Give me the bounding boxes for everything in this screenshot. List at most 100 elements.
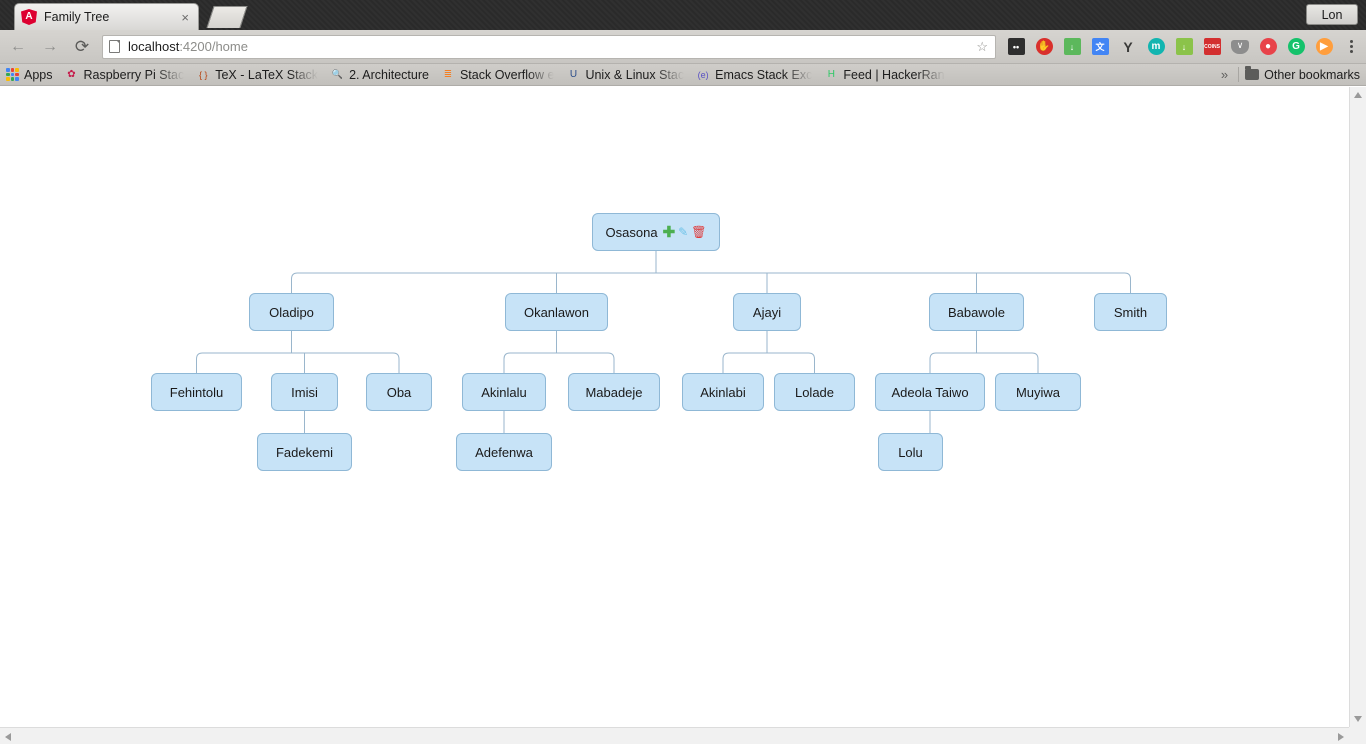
bookmark-item[interactable]: ≣ Stack Overflow e	[435, 65, 560, 85]
scroll-right-icon[interactable]	[1338, 733, 1344, 741]
bitwarden-icon[interactable]: ••	[1002, 33, 1030, 61]
scroll-down-icon[interactable]	[1354, 716, 1362, 722]
bitwarden-icon-glyph: ••	[1007, 38, 1025, 55]
forward-icon[interactable]: →	[36, 33, 64, 61]
tree-node-label: Ajayi	[752, 304, 782, 320]
apps-shortcut[interactable]: Apps	[0, 65, 59, 85]
tree-node[interactable]: Ajayi	[733, 293, 801, 331]
vertical-scrollbar[interactable]	[1349, 87, 1366, 727]
bookmark-item[interactable]: { } TeX - LaTeX Stack	[190, 65, 324, 85]
player-icon[interactable]: ▶	[1310, 33, 1338, 61]
tree-node[interactable]: Adeola Taiwo	[875, 373, 985, 411]
tree-node-label: Mabadeje	[585, 384, 643, 400]
stack-overflow-icon: ≣	[443, 69, 453, 80]
tree-node[interactable]: Akinlabi	[682, 373, 764, 411]
new-tab-button[interactable]	[206, 6, 248, 28]
apps-label: Apps	[24, 67, 53, 82]
connector-line	[503, 352, 615, 373]
page-info-icon[interactable]	[109, 40, 120, 53]
bookmark-label: Emacs Stack Exc	[715, 67, 813, 82]
tree-node-label: Akinlabi	[700, 384, 746, 400]
tree-node-label: Akinlalu	[481, 384, 527, 400]
tree-node-label: Muyiwa	[1015, 384, 1061, 400]
tree-node[interactable]: Mabadeje	[568, 373, 660, 411]
bookmark-item[interactable]: H Feed | HackerRan	[818, 65, 950, 85]
browser-tab[interactable]: A Family Tree ×	[14, 3, 199, 30]
browser-titlebar: A Family Tree × Lon	[0, 0, 1366, 30]
edit-icon[interactable]: ✎	[678, 226, 688, 238]
delete-icon[interactable]: 🗑	[691, 226, 706, 238]
back-icon[interactable]: ←	[4, 33, 32, 61]
bookmark-item[interactable]: 🔍 2. Architecture	[324, 65, 435, 85]
extension-tray: •• ✋ ↓ 文 Ym ↓ COINS ∨ ● G ▶	[1002, 33, 1340, 61]
mega-icon[interactable]: m	[1142, 33, 1170, 61]
bookmark-label: Raspberry Pi Stac	[83, 67, 185, 82]
pocket-icon-glyph: ∨	[1231, 39, 1249, 54]
reload-icon[interactable]: ⟳	[68, 33, 96, 61]
bookmark-item[interactable]: U Unix & Linux Stac	[560, 65, 690, 85]
adblock-icon[interactable]: ✋	[1030, 33, 1058, 61]
scroll-left-icon[interactable]	[5, 733, 11, 741]
video-download-icon[interactable]: ↓	[1170, 33, 1198, 61]
video-download-icon-glyph: ↓	[1175, 38, 1193, 55]
url-path: :4200/home	[179, 39, 248, 54]
chrome-download-icon[interactable]: ↓	[1058, 33, 1086, 61]
tree-node[interactable]: Lolade	[774, 373, 855, 411]
horizontal-scrollbar[interactable]	[0, 727, 1366, 744]
tree-node-label: Imisi	[291, 384, 318, 400]
google-translate-icon[interactable]: 文	[1086, 33, 1114, 61]
close-icon[interactable]: ×	[178, 11, 192, 24]
bookmark-item[interactable]: (e) Emacs Stack Exc	[690, 65, 818, 85]
window-label: Lon	[1306, 4, 1358, 25]
apps-grid-icon	[6, 68, 19, 81]
unix-linux-icon: U	[569, 69, 578, 80]
emacs-icon: (e)	[697, 69, 709, 80]
tree-node[interactable]: Oladipo	[249, 293, 334, 331]
tree-node-label: Lolade	[794, 384, 835, 400]
coins-icon[interactable]: COINS	[1198, 33, 1226, 61]
tree-node-label: Oladipo	[269, 304, 314, 320]
tree-node[interactable]: Imisi	[271, 373, 338, 411]
tree-node[interactable]: Fadekemi	[257, 433, 352, 471]
bookmark-item[interactable]: ✿ Raspberry Pi Stac	[59, 65, 191, 85]
tree-node[interactable]: Akinlalu	[462, 373, 546, 411]
scrollbar-corner	[1349, 727, 1366, 744]
bookmark-label: Stack Overflow e	[459, 67, 555, 82]
tab-title: Family Tree	[44, 10, 110, 24]
grammarly-icon[interactable]: G	[1282, 33, 1310, 61]
browser-menu-icon[interactable]	[1340, 33, 1362, 61]
tree-node[interactable]: Muyiwa	[995, 373, 1081, 411]
add-child-icon[interactable]: ✚	[663, 225, 676, 240]
page-viewport: Osasona ✚ ✎ 🗑 Oladipo Okanlawon Ajayi Babawole S…	[0, 87, 1366, 744]
tree-node-label: Adefenwa	[475, 444, 533, 460]
bookmarks-bar: Apps ✿ Raspberry Pi Stac { } TeX - LaTeX St…	[0, 64, 1366, 86]
basketball-icon[interactable]: ●	[1254, 33, 1282, 61]
tree-node[interactable]: Oba	[366, 373, 432, 411]
other-bookmarks-label: Other bookmarks	[1264, 67, 1360, 82]
tree-node[interactable]: Babawole	[929, 293, 1024, 331]
other-bookmarks-folder[interactable]: Other bookmarks	[1239, 65, 1366, 85]
scroll-up-icon[interactable]	[1354, 92, 1362, 98]
tree-node[interactable]: Okanlawon	[505, 293, 608, 331]
tree-node-label: Osasona	[605, 224, 658, 240]
tree-node-label: Smith	[1113, 304, 1148, 320]
tree-node[interactable]: Fehintolu	[151, 373, 242, 411]
tree-node-label: Lolu	[898, 444, 923, 460]
folder-icon	[1245, 66, 1260, 80]
bookmark-label: Unix & Linux Stac	[585, 67, 685, 82]
browser-toolbar: ← → ⟳ localhost:4200/home ☆ •• ✋ ↓ 文 Ym ↓ COIN…	[0, 30, 1366, 64]
adblock-icon-glyph: ✋	[1035, 38, 1053, 55]
bookmark-star-icon[interactable]: ☆	[976, 39, 988, 55]
bookmarks-overflow-icon[interactable]: »	[1211, 67, 1238, 82]
tree-node[interactable]: Smith	[1094, 293, 1167, 331]
tree-node-label: Okanlawon	[523, 304, 590, 320]
tree-node[interactable]: Lolu	[878, 433, 943, 471]
tree-node[interactable]: Adefenwa	[456, 433, 552, 471]
yandex-icon[interactable]: Y	[1114, 33, 1142, 61]
tree-node-label: Babawole	[947, 304, 1006, 320]
tree-node-label: Oba	[386, 384, 412, 400]
pocket-icon[interactable]: ∨	[1226, 33, 1254, 61]
address-bar[interactable]: localhost:4200/home ☆	[102, 34, 996, 59]
tree-node[interactable]: Osasona ✚ ✎ 🗑	[592, 213, 720, 251]
chrome-download-icon-glyph: ↓	[1063, 38, 1081, 55]
